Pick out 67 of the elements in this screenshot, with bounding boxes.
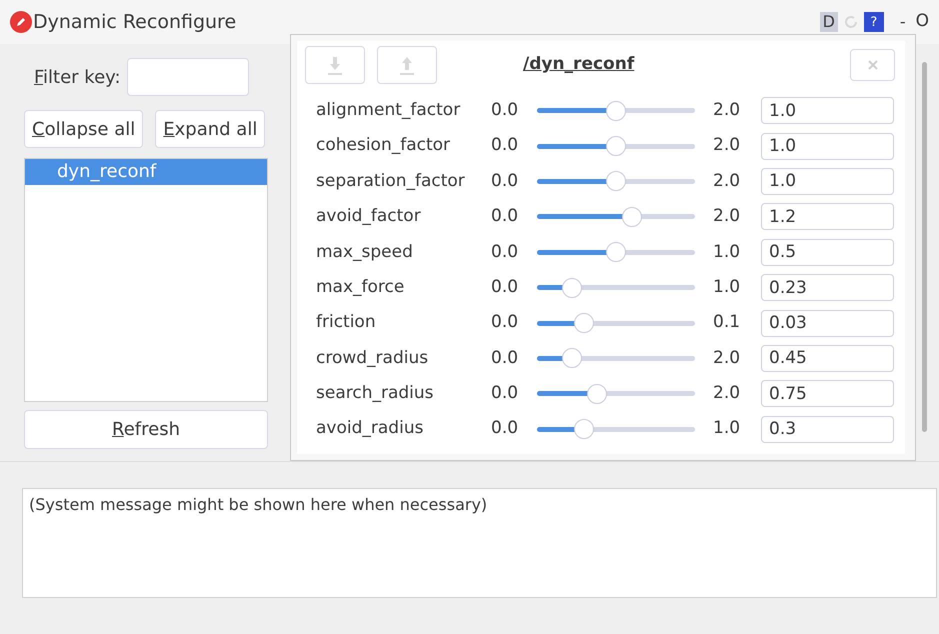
min-value: 0.0 (491, 134, 520, 158)
value-field[interactable]: 0.45 (761, 344, 894, 372)
min-value: 0.0 (491, 205, 520, 228)
value-field[interactable]: 1.0 (761, 168, 894, 195)
param-name: avoid_factor (315, 205, 422, 228)
param-name: max_speed (315, 240, 414, 264)
minimize-button[interactable]: - (900, 10, 906, 34)
param-name: search_radius (315, 382, 435, 406)
min-value: 0.0 (491, 417, 520, 440)
slider[interactable] (537, 135, 695, 158)
value-field[interactable]: 0.23 (761, 274, 894, 302)
value-field[interactable]: 0.3 (761, 416, 894, 443)
max-value: 2.0 (713, 134, 742, 158)
slider[interactable] (537, 276, 695, 299)
param-name: cohesion_factor (315, 134, 452, 158)
value-field[interactable]: 1.0 (761, 97, 894, 124)
max-value: 1.0 (713, 417, 742, 440)
min-value: 0.0 (491, 240, 520, 264)
max-value: 2.0 (713, 170, 742, 193)
slider[interactable] (537, 312, 695, 334)
max-value: 2.0 (713, 98, 742, 122)
help-button[interactable]: ? (864, 12, 884, 32)
value-field[interactable]: 0.5 (761, 238, 894, 266)
slider[interactable] (537, 347, 695, 370)
value-field[interactable]: 0.03 (761, 310, 894, 337)
slider[interactable] (537, 170, 695, 192)
max-value: 2.0 (713, 205, 742, 228)
max-value: 1.0 (713, 240, 742, 264)
download-icon (327, 55, 343, 75)
upload-icon (399, 55, 415, 75)
slider[interactable] (537, 100, 695, 122)
node-title: /dyn_reconf (523, 53, 634, 76)
tree-button[interactable]: Expand all (155, 110, 266, 148)
max-value: 2.0 (713, 346, 742, 370)
float-button[interactable]: O (916, 9, 929, 35)
slider[interactable] (537, 382, 695, 405)
param-name: alignment_factor (315, 98, 462, 122)
slider[interactable] (537, 418, 695, 440)
close-icon (868, 60, 878, 70)
system-message: (System message might be shown here when necessary) (29, 495, 488, 514)
value-field[interactable]: 0.75 (761, 380, 894, 408)
min-value: 0.0 (491, 382, 520, 406)
window-title: Dynamic Reconfigure (33, 10, 236, 35)
filter-label: Filter key: (34, 66, 121, 90)
value-field[interactable]: 1.2 (761, 203, 894, 230)
param-name: crowd_radius (315, 346, 430, 370)
slider[interactable] (537, 206, 695, 228)
min-value: 0.0 (491, 276, 520, 299)
refresh-button[interactable]: Refresh (24, 410, 268, 449)
param-name: avoid_radius (315, 417, 424, 440)
min-value: 0.0 (491, 346, 520, 370)
min-value: 0.0 (491, 170, 520, 193)
param-name: separation_factor (315, 170, 466, 193)
max-value: 0.1 (713, 311, 742, 334)
param-name: max_force (315, 276, 406, 299)
scrollbar[interactable] (922, 62, 927, 432)
min-value: 0.0 (491, 311, 520, 334)
value-field[interactable]: 1.0 (761, 132, 894, 160)
app-icon (10, 11, 32, 33)
min-value: 0.0 (491, 98, 520, 122)
slider[interactable] (537, 241, 695, 264)
tree-button[interactable]: Collapse all (24, 110, 144, 148)
param-name: friction (315, 311, 377, 334)
filter-field[interactable] (126, 58, 249, 96)
d-button[interactable]: D (820, 12, 838, 32)
max-value: 1.0 (713, 276, 742, 299)
max-value: 2.0 (713, 382, 742, 406)
